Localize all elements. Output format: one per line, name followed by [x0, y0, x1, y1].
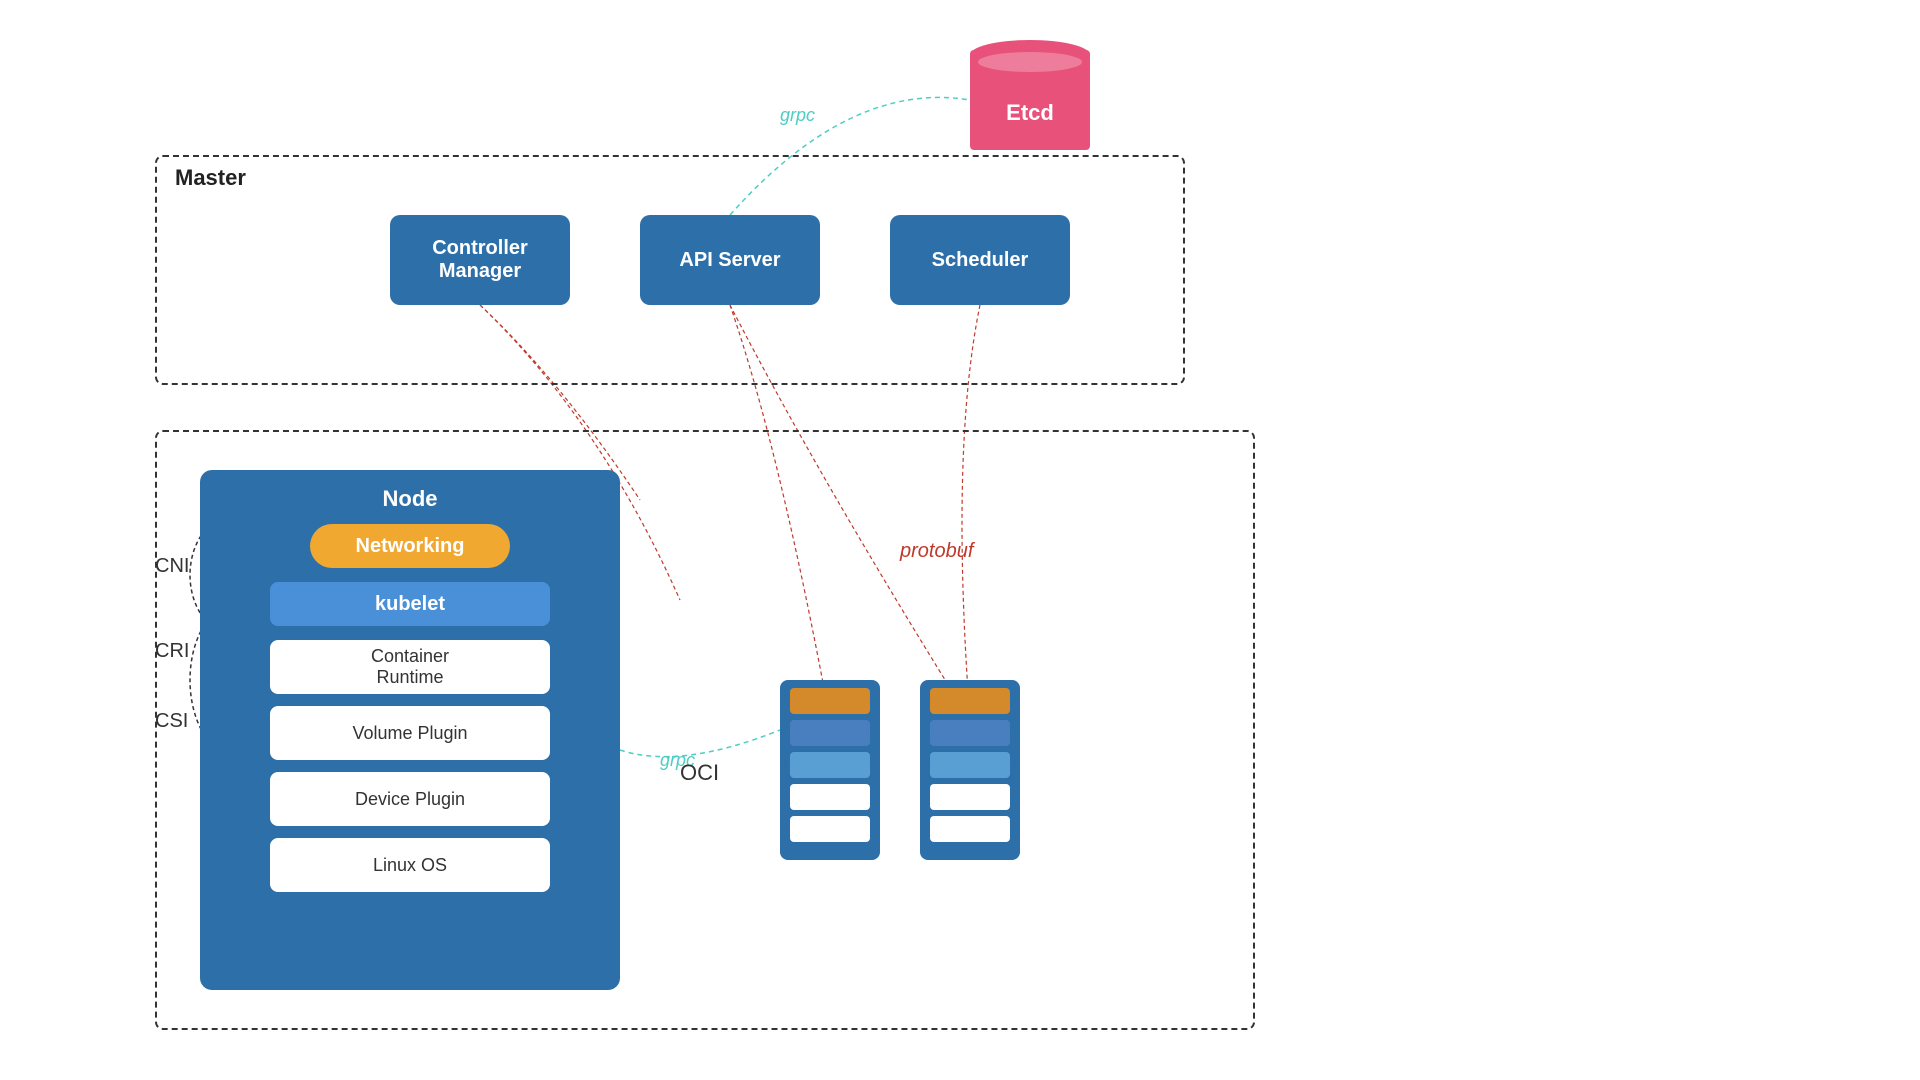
node-inner-box: Node Networking kubelet ContainerRuntime… — [200, 470, 620, 990]
master-label: Master — [175, 165, 246, 191]
networking-box: Networking — [310, 524, 510, 568]
pod-container-2 — [920, 680, 1020, 860]
controller-manager-box: ControllerManager — [390, 215, 570, 305]
pod-bar-white-1a — [790, 784, 870, 810]
etcd-top-inner — [978, 52, 1082, 72]
node-title: Node — [383, 486, 438, 512]
container-runtime-box: ContainerRuntime — [270, 640, 550, 694]
grpc-top-label: grpc — [780, 105, 815, 126]
pod-bar-white-2b — [930, 816, 1010, 842]
pod-bar-orange-2 — [930, 688, 1010, 714]
api-server-box: API Server — [640, 215, 820, 305]
pod-bar-blue-light-2 — [930, 752, 1010, 778]
linux-os-box: Linux OS — [270, 838, 550, 892]
csi-label: CSI — [155, 710, 188, 733]
pod-bar-white-2a — [930, 784, 1010, 810]
etcd-component: Etcd — [970, 30, 1090, 160]
container-runtime-label: ContainerRuntime — [371, 646, 449, 688]
pod-bar-blue-light-1 — [790, 752, 870, 778]
pod-bar-white-1b — [790, 816, 870, 842]
protobuf-label: protobuf — [900, 540, 973, 563]
cni-label: CNI — [155, 555, 189, 578]
etcd-label: Etcd — [970, 100, 1090, 126]
controller-manager-label: ControllerManager — [432, 237, 528, 283]
api-server-label: API Server — [679, 249, 780, 272]
pod-bar-blue-dark-2 — [930, 720, 1010, 746]
oci-label: OCI — [680, 760, 719, 786]
scheduler-box: Scheduler — [890, 215, 1070, 305]
cri-label: CRI — [155, 640, 189, 663]
volume-plugin-box: Volume Plugin — [270, 706, 550, 760]
device-plugin-box: Device Plugin — [270, 772, 550, 826]
pod-bar-blue-dark-1 — [790, 720, 870, 746]
diagram-container: Etcd grpc Master ControllerManager API S… — [0, 0, 1920, 1080]
kubelet-box: kubelet — [270, 582, 550, 626]
pod-bar-orange-1 — [790, 688, 870, 714]
etcd-top — [970, 40, 1090, 70]
scheduler-label: Scheduler — [932, 249, 1029, 272]
pod-container-1 — [780, 680, 880, 860]
